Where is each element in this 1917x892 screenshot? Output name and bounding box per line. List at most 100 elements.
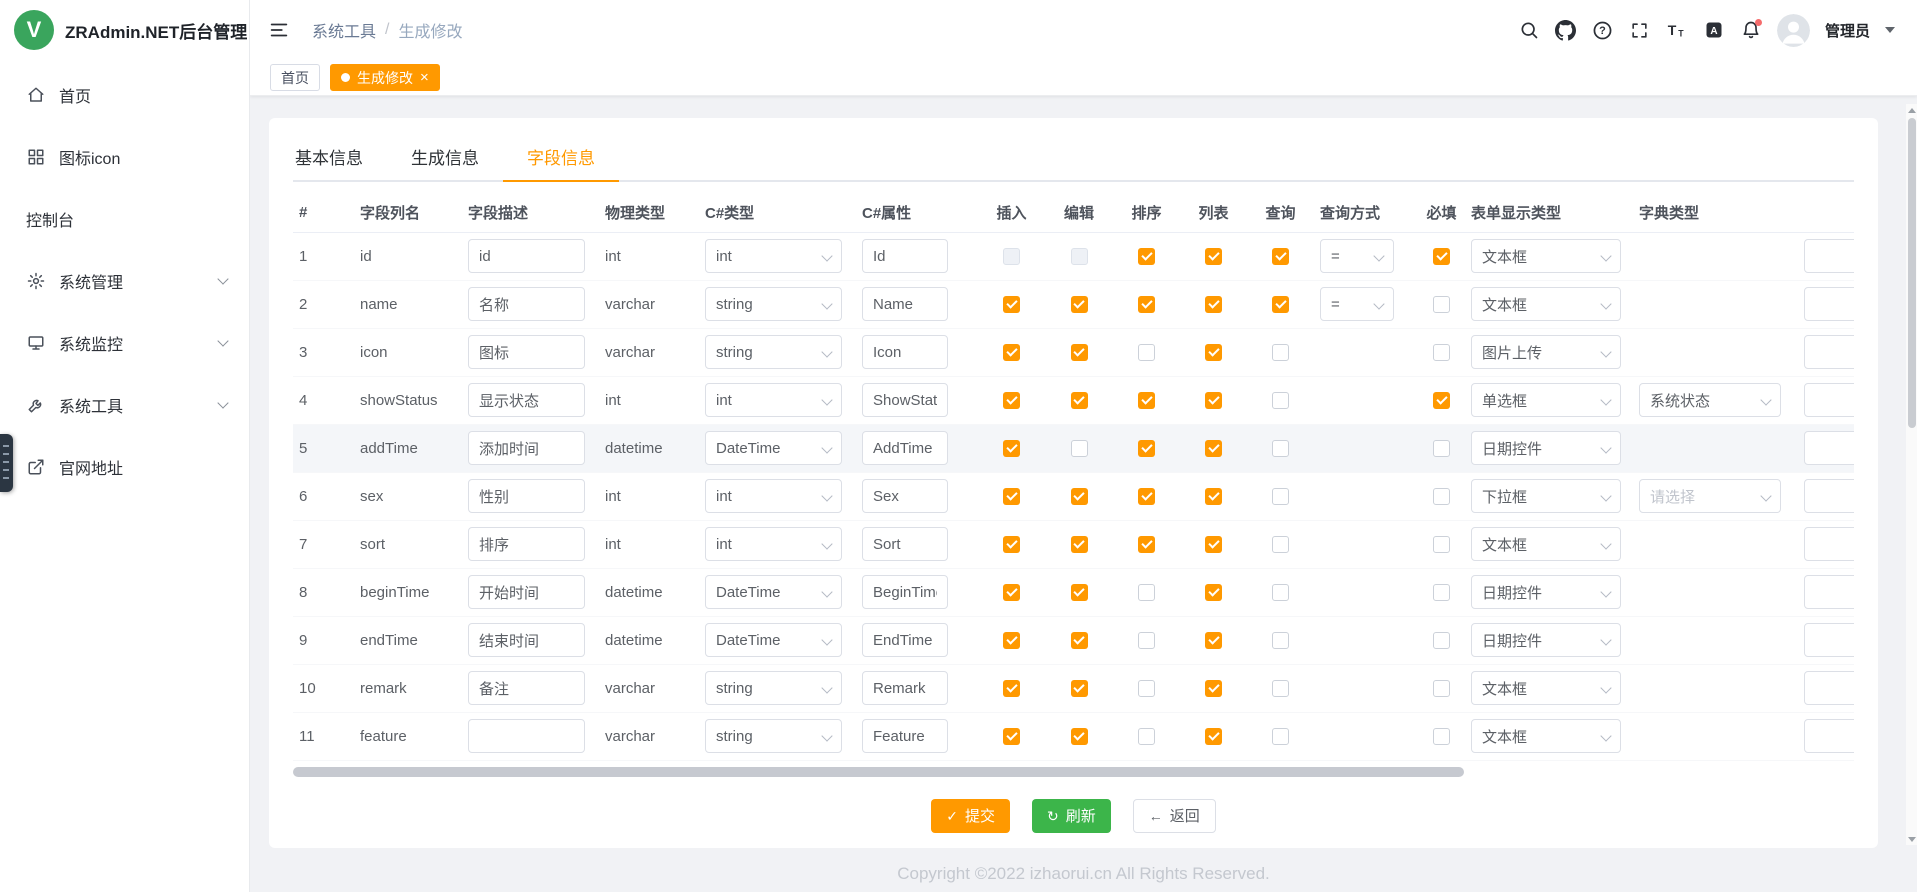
sidebar-toggle-icon[interactable] (268, 19, 290, 41)
cs-type-select[interactable]: int (705, 383, 842, 417)
refresh-button[interactable]: ↻ 刷新 (1032, 799, 1111, 833)
sort-checkbox[interactable] (1138, 344, 1155, 361)
display-type-select[interactable]: 日期控件 (1471, 431, 1621, 465)
sort-checkbox[interactable] (1138, 488, 1155, 505)
edit-checkbox[interactable] (1071, 680, 1088, 697)
extra-input[interactable] (1804, 719, 1854, 753)
cs-property-input[interactable] (862, 527, 948, 561)
sort-checkbox[interactable] (1138, 536, 1155, 553)
edit-checkbox[interactable] (1071, 536, 1088, 553)
extra-input[interactable] (1804, 575, 1854, 609)
insert-checkbox[interactable] (1003, 584, 1020, 601)
cs-type-select[interactable]: DateTime (705, 431, 842, 465)
edit-checkbox[interactable] (1071, 728, 1088, 745)
github-icon[interactable] (1555, 19, 1577, 41)
list-checkbox[interactable] (1205, 728, 1222, 745)
query-checkbox[interactable] (1272, 632, 1289, 649)
query-checkbox[interactable] (1272, 584, 1289, 601)
required-checkbox[interactable] (1433, 728, 1450, 745)
required-checkbox[interactable] (1433, 440, 1450, 457)
edit-checkbox[interactable] (1071, 392, 1088, 409)
display-type-select[interactable]: 下拉框 (1471, 479, 1621, 513)
display-type-select[interactable]: 图片上传 (1471, 335, 1621, 369)
required-checkbox[interactable] (1433, 344, 1450, 361)
horizontal-scrollbar-thumb[interactable] (293, 767, 1464, 777)
font-size-icon[interactable]: TT (1666, 19, 1688, 41)
field-desc-input[interactable] (468, 335, 585, 369)
extra-input[interactable] (1804, 383, 1854, 417)
edit-checkbox[interactable] (1071, 584, 1088, 601)
display-type-select[interactable]: 日期控件 (1471, 623, 1621, 657)
list-checkbox[interactable] (1205, 632, 1222, 649)
scroll-up-arrow[interactable] (1906, 104, 1917, 116)
insert-checkbox[interactable] (1003, 392, 1020, 409)
cs-property-input[interactable] (862, 239, 948, 273)
insert-checkbox[interactable] (1003, 488, 1020, 505)
tab-basic-info[interactable]: 基本信息 (293, 138, 387, 180)
extra-input[interactable] (1804, 431, 1854, 465)
required-checkbox[interactable] (1433, 296, 1450, 313)
required-checkbox[interactable] (1433, 632, 1450, 649)
close-icon[interactable]: × (420, 70, 429, 85)
sidebar-item-system-monitor[interactable]: 系统监控 (0, 312, 249, 374)
sort-checkbox[interactable] (1138, 728, 1155, 745)
list-checkbox[interactable] (1205, 680, 1222, 697)
sort-checkbox[interactable] (1138, 680, 1155, 697)
list-checkbox[interactable] (1205, 488, 1222, 505)
edit-checkbox[interactable] (1071, 296, 1088, 313)
sort-checkbox[interactable] (1138, 392, 1155, 409)
edit-checkbox[interactable] (1071, 440, 1088, 457)
extra-input[interactable] (1804, 287, 1854, 321)
search-icon[interactable] (1518, 19, 1540, 41)
sidebar-item-system-tools[interactable]: 系统工具 (0, 374, 249, 436)
query-checkbox[interactable] (1272, 440, 1289, 457)
display-type-select[interactable]: 文本框 (1471, 239, 1621, 273)
avatar[interactable] (1777, 14, 1810, 47)
cs-type-select[interactable]: DateTime (705, 575, 842, 609)
sort-checkbox[interactable] (1138, 632, 1155, 649)
field-desc-input[interactable] (468, 287, 585, 321)
query-checkbox[interactable] (1272, 536, 1289, 553)
back-button[interactable]: ← 返回 (1133, 799, 1216, 833)
list-checkbox[interactable] (1205, 440, 1222, 457)
edit-checkbox[interactable] (1071, 632, 1088, 649)
extra-input[interactable] (1804, 239, 1854, 273)
tag-generate-edit[interactable]: 生成修改× (330, 64, 440, 91)
query-checkbox[interactable] (1272, 680, 1289, 697)
required-checkbox[interactable] (1433, 680, 1450, 697)
edit-checkbox[interactable] (1071, 344, 1088, 361)
insert-checkbox[interactable] (1003, 728, 1020, 745)
user-name[interactable]: 管理员 (1825, 20, 1870, 41)
display-type-select[interactable]: 文本框 (1471, 287, 1621, 321)
cs-type-select[interactable]: int (705, 479, 842, 513)
query-method-select[interactable]: = (1320, 287, 1394, 321)
extra-input[interactable] (1804, 335, 1854, 369)
sort-checkbox[interactable] (1138, 584, 1155, 601)
fullscreen-icon[interactable] (1629, 19, 1651, 41)
vertical-scrollbar-thumb[interactable] (1908, 118, 1916, 428)
sidebar-item-system-management[interactable]: 系统管理 (0, 250, 249, 312)
display-type-select[interactable]: 单选框 (1471, 383, 1621, 417)
display-type-select[interactable]: 文本框 (1471, 527, 1621, 561)
sidebar-item-home[interactable]: 首页 (0, 64, 249, 126)
sort-checkbox[interactable] (1138, 296, 1155, 313)
sidebar-item-console[interactable]: 控制台 (0, 188, 249, 250)
cs-property-input[interactable] (862, 383, 948, 417)
query-checkbox[interactable] (1272, 488, 1289, 505)
cs-type-select[interactable]: string (705, 335, 842, 369)
cs-property-input[interactable] (862, 479, 948, 513)
list-checkbox[interactable] (1205, 392, 1222, 409)
tab-generate-info[interactable]: 生成信息 (387, 138, 503, 180)
extra-input[interactable] (1804, 623, 1854, 657)
query-checkbox[interactable] (1272, 248, 1289, 265)
cs-property-input[interactable] (862, 431, 948, 465)
sort-checkbox[interactable] (1138, 248, 1155, 265)
cs-property-input[interactable] (862, 719, 948, 753)
query-checkbox[interactable] (1272, 392, 1289, 409)
required-checkbox[interactable] (1433, 248, 1450, 265)
required-checkbox[interactable] (1433, 488, 1450, 505)
required-checkbox[interactable] (1433, 536, 1450, 553)
query-method-select[interactable]: = (1320, 239, 1394, 273)
dict-type-select[interactable]: 系统状态 (1639, 383, 1781, 417)
submit-button[interactable]: ✓ 提交 (931, 799, 1010, 833)
